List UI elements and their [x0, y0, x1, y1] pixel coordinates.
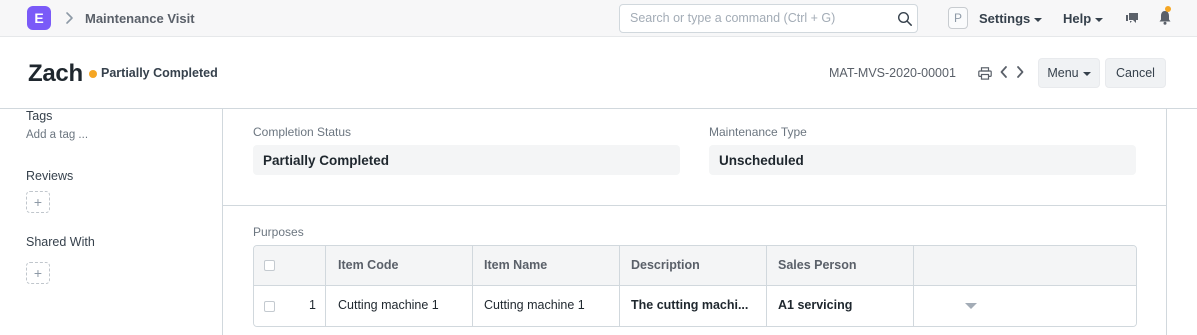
previous-record-icon[interactable] — [999, 65, 1009, 79]
next-record-icon[interactable] — [1015, 65, 1025, 79]
purposes-table: Item Code Item Name Description Sales Pe… — [253, 245, 1137, 327]
cell-item-code[interactable]: Cutting machine 1 — [338, 298, 472, 312]
add-review-button[interactable]: + — [26, 191, 50, 213]
form-body: Completion Status Partially Completed Ma… — [222, 109, 1167, 335]
plus-icon: + — [33, 265, 43, 281]
table-header: Item Code Item Name Description Sales Pe… — [254, 246, 1136, 286]
maintenance-type-field[interactable]: Unscheduled — [709, 145, 1136, 175]
reviews-label: Reviews — [26, 169, 74, 183]
column-divider — [913, 246, 914, 326]
page-head: Zach Partially Completed MAT-MVS-2020-00… — [0, 37, 1197, 109]
app-logo[interactable]: E — [27, 6, 51, 30]
page-title: Zach — [28, 60, 83, 87]
breadcrumb-maintenance-visit[interactable]: Maintenance Visit — [85, 11, 195, 26]
add-share-button[interactable]: + — [26, 262, 50, 284]
plus-icon: + — [33, 194, 43, 210]
menu-button[interactable]: Menu — [1038, 58, 1100, 88]
purposes-label: Purposes — [253, 225, 304, 239]
document-id: MAT-MVS-2020-00001 — [829, 66, 956, 80]
row-checkbox[interactable] — [264, 301, 275, 312]
maintenance-type-label: Maintenance Type — [709, 125, 807, 139]
status-badge: Partially Completed — [101, 66, 218, 80]
column-divider — [619, 246, 620, 326]
add-tag-link[interactable]: Add a tag ... — [26, 129, 88, 141]
column-header-item-code: Item Code — [338, 258, 399, 272]
cell-item-name[interactable]: Cutting machine 1 — [484, 298, 618, 312]
cell-description[interactable]: The cutting machi... — [631, 298, 765, 312]
help-label: Help — [1063, 11, 1092, 26]
navbar: E Maintenance Visit P Settings Help — [0, 0, 1197, 37]
tags-label: Tags — [26, 109, 53, 123]
select-all-checkbox[interactable] — [264, 260, 275, 271]
column-divider — [325, 246, 326, 326]
form-sidebar: Tags Add a tag ... Reviews + Shared With… — [0, 109, 222, 335]
print-icon[interactable] — [978, 67, 992, 80]
column-divider — [472, 246, 473, 326]
section-divider — [223, 205, 1166, 206]
help-dropdown[interactable]: Help — [1063, 11, 1104, 26]
shared-with-label: Shared With — [26, 235, 95, 249]
caret-down-icon — [1095, 17, 1104, 22]
completion-status-field[interactable]: Partially Completed — [253, 145, 680, 175]
column-divider — [766, 246, 767, 326]
menu-button-label: Menu — [1047, 66, 1079, 80]
settings-label: Settings — [979, 11, 1031, 26]
chat-icon[interactable] — [1124, 10, 1140, 26]
cancel-button[interactable]: Cancel — [1105, 58, 1166, 88]
caret-down-icon — [1082, 72, 1091, 76]
column-header-sales-person: Sales Person — [778, 258, 857, 272]
completion-status-label: Completion Status — [253, 125, 352, 139]
column-header-description: Description — [631, 258, 700, 272]
status-indicator — [89, 70, 97, 78]
user-avatar[interactable]: P — [948, 7, 968, 29]
row-dropdown-icon[interactable] — [965, 303, 977, 309]
chevron-right-icon — [66, 12, 73, 24]
search-input[interactable] — [630, 11, 880, 25]
column-header-item-name: Item Name — [484, 258, 548, 272]
search-icon[interactable] — [897, 11, 913, 27]
bell-icon[interactable] — [1158, 9, 1172, 25]
search-bar[interactable] — [619, 4, 918, 33]
cancel-button-label: Cancel — [1116, 66, 1155, 80]
settings-dropdown[interactable]: Settings — [979, 11, 1043, 26]
row-index: 1 — [309, 298, 316, 312]
cell-sales-person[interactable]: A1 servicing — [778, 298, 912, 312]
caret-down-icon — [1034, 17, 1043, 22]
table-row[interactable]: 1 Cutting machine 1 Cutting machine 1 Th… — [254, 286, 1136, 326]
notification-dot — [1165, 6, 1171, 12]
